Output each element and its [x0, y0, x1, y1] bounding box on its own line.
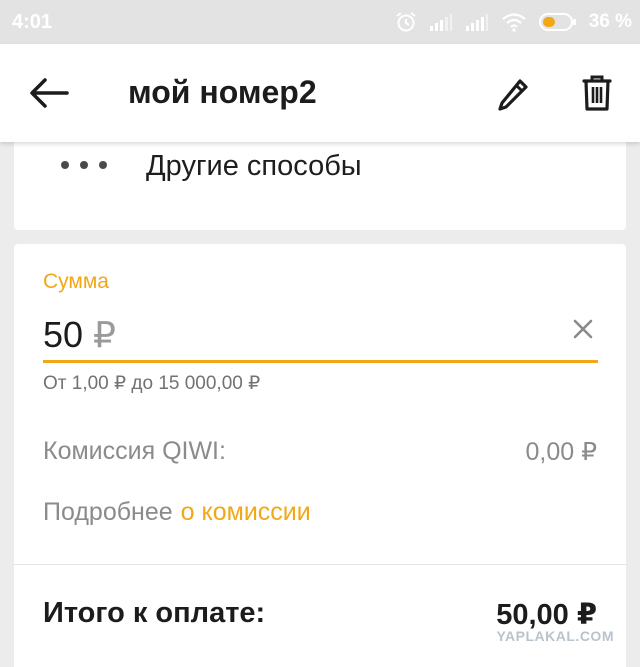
sum-amount: 50	[43, 314, 84, 355]
edit-button[interactable]	[488, 70, 538, 120]
app-bar: мой номер2	[0, 44, 640, 142]
pencil-icon	[496, 75, 530, 116]
signal-icon	[429, 12, 453, 32]
commission-more-row: Подробнее о комиссии	[43, 498, 311, 527]
sum-label: Сумма	[43, 270, 109, 293]
commission-link[interactable]: о комиссии	[181, 498, 311, 526]
commission-label: Комиссия QIWI:	[43, 437, 226, 465]
more-prefix: Подробнее	[43, 498, 173, 526]
commission-value: 0,00 ₽	[525, 438, 597, 466]
battery-icon	[538, 12, 577, 32]
trash-icon	[582, 74, 612, 117]
close-icon	[573, 319, 593, 344]
divider	[14, 564, 626, 565]
range-hint: От 1,00 ₽ до 15 000,00 ₽	[43, 373, 261, 394]
total-label: Итого к оплате:	[43, 597, 266, 629]
delete-button[interactable]	[572, 70, 622, 120]
other-methods-item[interactable]: Другие способы	[14, 142, 626, 202]
page-title: мой номер2	[128, 74, 317, 110]
watermark: YAPLAKAL.COM	[496, 628, 614, 644]
wifi-icon	[501, 12, 527, 32]
other-methods-card: Другие способы	[14, 142, 626, 230]
signal-icon	[465, 12, 489, 32]
back-arrow-icon	[29, 77, 69, 114]
total-value: 50,00 ₽	[496, 599, 597, 631]
status-bar: 4:01 36 %	[0, 0, 640, 44]
more-dots-icon	[60, 157, 110, 178]
alarm-icon	[395, 11, 417, 33]
status-time: 4:01	[12, 11, 53, 33]
clear-button[interactable]	[568, 316, 598, 346]
back-button[interactable]	[24, 70, 74, 120]
payment-card: Сумма 50 ₽ От 1,00 ₽ до 15 000,00 ₽ Комис…	[14, 244, 626, 667]
battery-percent: 36 %	[588, 11, 632, 32]
other-methods-label: Другие способы	[146, 150, 362, 182]
sum-value[interactable]: 50 ₽	[43, 314, 116, 356]
sum-input[interactable]: 50 ₽	[43, 310, 598, 363]
sum-currency: ₽	[93, 314, 116, 355]
status-icons: 36 %	[395, 9, 632, 35]
